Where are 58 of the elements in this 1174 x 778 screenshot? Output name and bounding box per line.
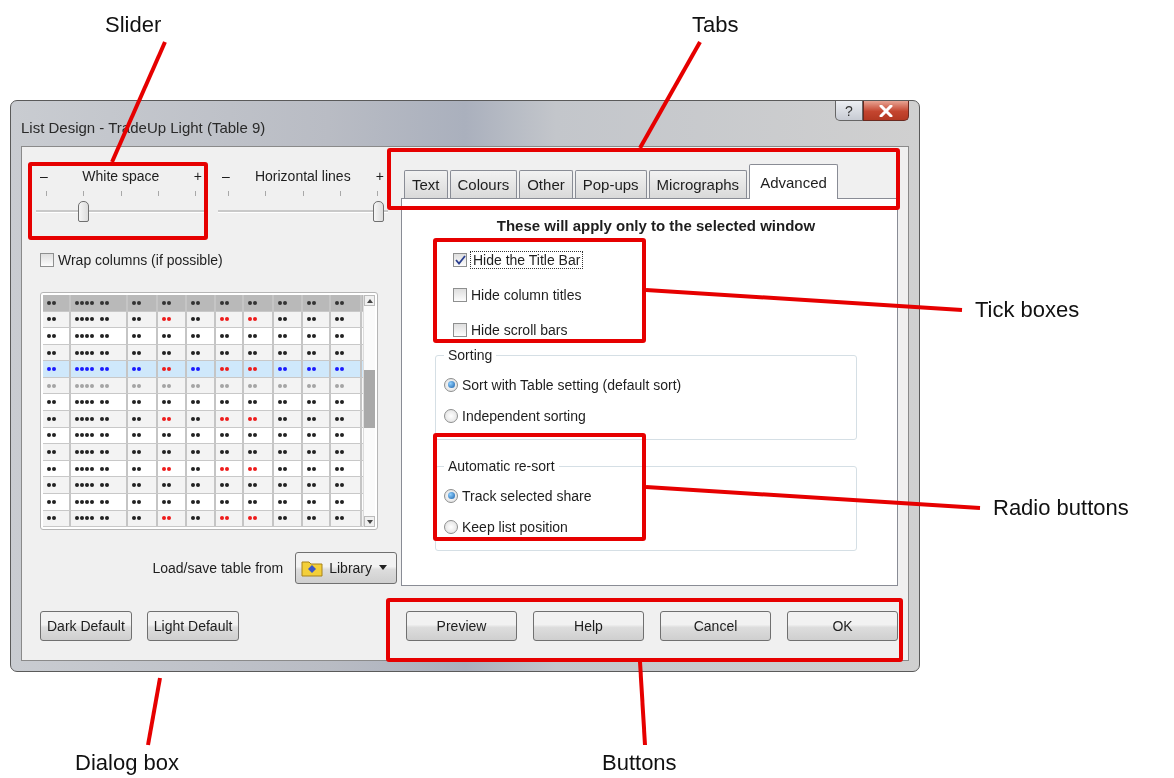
help-button[interactable]: ?: [835, 101, 863, 121]
dialog-button[interactable]: Help: [533, 611, 644, 641]
tab[interactable]: Colours: [449, 170, 518, 198]
checkbox-label: Hide the Title Bar: [471, 251, 583, 268]
annotation-label: Tick boxes: [975, 297, 1080, 323]
caret-icon: [378, 565, 388, 571]
plus-label: +: [375, 168, 384, 184]
annotation-label: Radio buttons: [993, 495, 1129, 521]
annotation-label: Buttons: [602, 750, 677, 776]
checkbox-label: Hide scroll bars: [471, 321, 568, 338]
checkbox[interactable]: [453, 252, 467, 267]
checkbox-label: Wrap columns (if possible): [58, 252, 223, 268]
checkbox-label: Hide column titles: [471, 286, 582, 303]
close-icon: [879, 104, 893, 117]
group-title: Sorting: [447, 347, 494, 363]
annotation-label: Tabs: [692, 12, 739, 38]
scroll-thumb[interactable]: [364, 370, 375, 428]
up-arrow-icon[interactable]: [366, 298, 373, 303]
dialog-button[interactable]: Preview: [406, 611, 517, 641]
library-dropdown[interactable]: Library: [295, 552, 397, 584]
slider-thumb[interactable]: [373, 201, 384, 222]
minus-label: –: [40, 168, 48, 184]
slider-thumb[interactable]: [77, 201, 89, 222]
dialog-button[interactable]: OK: [787, 611, 898, 641]
folder-icon: [301, 559, 324, 577]
annotation-label: Dialog box: [75, 750, 179, 776]
checkbox[interactable]: [453, 287, 467, 302]
default-button[interactable]: Dark Default: [40, 611, 132, 641]
scrollbar[interactable]: [363, 295, 375, 527]
load-save-label: Load/save table from: [152, 560, 284, 576]
dialog-button[interactable]: Cancel: [660, 611, 771, 641]
radio-label: Sort with Table setting (default sort): [462, 376, 682, 393]
radio-button[interactable]: [444, 408, 458, 423]
tick-icon: [454, 254, 466, 265]
checkbox[interactable]: [40, 253, 54, 267]
checkbox[interactable]: [453, 322, 467, 337]
default-button[interactable]: Light Default: [146, 611, 240, 641]
radio-label: Independent sorting: [462, 407, 586, 424]
tab[interactable]: Advanced: [749, 164, 838, 199]
tab[interactable]: Micrographs: [648, 170, 748, 198]
radio-button[interactable]: [444, 377, 458, 392]
plus-label: +: [193, 168, 202, 184]
group-title: Automatic re-sort: [447, 458, 556, 474]
down-arrow-icon[interactable]: [366, 519, 373, 524]
panel-heading: These will apply only to the selected window: [495, 217, 817, 235]
radio-label: Track selected share: [462, 487, 592, 504]
radio-button[interactable]: [444, 519, 458, 534]
tab[interactable]: Pop-ups: [574, 170, 647, 198]
slider-label: White space: [82, 168, 160, 184]
leader-line: [146, 677, 162, 746]
tab[interactable]: Other: [519, 170, 573, 198]
minus-label: –: [222, 168, 230, 184]
tab[interactable]: Text: [404, 170, 448, 198]
slider-label: Horizontal lines: [254, 168, 351, 184]
annotation-label: Slider: [105, 12, 162, 38]
close-button[interactable]: [863, 101, 909, 121]
radio-label: Keep list position: [462, 518, 568, 535]
radio-button[interactable]: [444, 488, 458, 503]
